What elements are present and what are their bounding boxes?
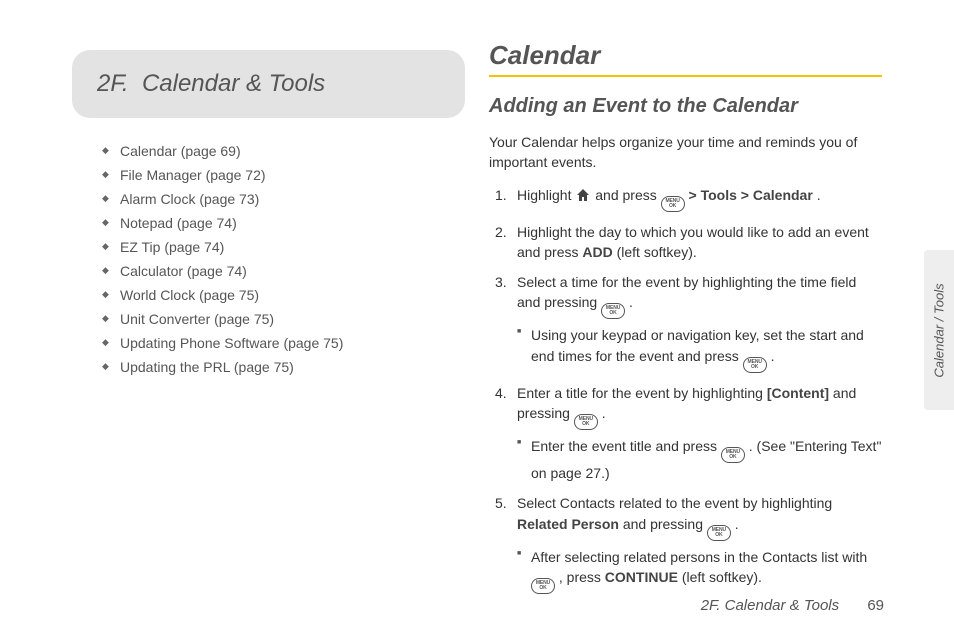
toc-item: Calendar (page 69)	[102, 143, 465, 159]
step-text: .	[629, 294, 633, 310]
step-text: Select a time for the event by highlight…	[517, 274, 856, 310]
step-text: and pressing	[623, 516, 707, 532]
section-header: 2F. Calendar & Tools	[72, 50, 465, 118]
page-number: 69	[867, 597, 884, 614]
step-text: >	[741, 187, 753, 203]
menu-ok-icon: MENUOK	[707, 525, 731, 541]
side-tab: Calendar / Tools	[924, 250, 954, 410]
toc-item: File Manager (page 72)	[102, 167, 465, 183]
toc-item: World Clock (page 75)	[102, 287, 465, 303]
sub-text: Enter the event title and press	[531, 438, 721, 454]
sub-text: Using your keypad or navigation key, set…	[531, 327, 864, 363]
main-title: Calendar	[489, 40, 882, 77]
section-number: 2F.	[97, 70, 129, 97]
sub-list: After selecting related persons in the C…	[517, 547, 882, 594]
footer-label: 2F. Calendar & Tools	[701, 597, 839, 614]
sub-item: Enter the event title and press MENUOK .…	[517, 436, 882, 483]
toc-item: Unit Converter (page 75)	[102, 311, 465, 327]
step-text: Select Contacts related to the event by …	[517, 495, 832, 511]
step-text: .	[735, 516, 739, 532]
continue-label: CONTINUE	[605, 569, 678, 585]
step-1: Highlight and press MENUOK > Tools > Cal…	[495, 185, 882, 212]
sub-text: , press	[559, 569, 605, 585]
menu-ok-icon: MENUOK	[601, 303, 625, 319]
step-text: .	[602, 405, 606, 421]
toc-list: Calendar (page 69) File Manager (page 72…	[72, 143, 465, 375]
step-5: Select Contacts related to the event by …	[495, 493, 882, 594]
intro-text: Your Calendar helps organize your time a…	[489, 132, 882, 173]
step-text: (left softkey).	[617, 244, 697, 260]
step-2: Highlight the day to which you would lik…	[495, 222, 882, 263]
toc-item: Updating Phone Software (page 75)	[102, 335, 465, 351]
side-tab-label: Calendar / Tools	[932, 283, 947, 377]
related-person-label: Related Person	[517, 516, 619, 532]
menu-ok-icon: MENUOK	[574, 414, 598, 430]
menu-ok-icon: MENUOK	[531, 578, 555, 594]
tools-label: Tools	[701, 187, 737, 203]
calendar-label: Calendar	[753, 187, 813, 203]
sub-list: Using your keypad or navigation key, set…	[517, 325, 882, 372]
home-icon	[575, 187, 591, 203]
sub-list: Enter the event title and press MENUOK .…	[517, 436, 882, 483]
step-text: >	[689, 187, 701, 203]
menu-ok-icon: MENUOK	[721, 447, 745, 463]
toc-item: Notepad (page 74)	[102, 215, 465, 231]
section-title-text: Calendar & Tools	[142, 70, 325, 97]
sub-text: .	[771, 348, 775, 364]
sub-text: (left softkey).	[682, 569, 762, 585]
main-subtitle: Adding an Event to the Calendar	[489, 95, 882, 118]
toc-item: EZ Tip (page 74)	[102, 239, 465, 255]
menu-ok-icon: MENUOK	[743, 357, 767, 373]
sub-text: After selecting related persons in the C…	[531, 549, 867, 565]
add-label: ADD	[582, 244, 612, 260]
page: 2F. Calendar & Tools Calendar (page 69) …	[0, 0, 954, 636]
toc-item: Alarm Clock (page 73)	[102, 191, 465, 207]
sub-item: Using your keypad or navigation key, set…	[517, 325, 882, 372]
toc-item: Updating the PRL (page 75)	[102, 359, 465, 375]
step-3: Select a time for the event by highlight…	[495, 272, 882, 373]
content-label: [Content]	[767, 385, 829, 401]
step-text: Enter a title for the event by highlight…	[517, 385, 767, 401]
left-column: 2F. Calendar & Tools Calendar (page 69) …	[60, 40, 477, 606]
toc-item: Calculator (page 74)	[102, 263, 465, 279]
step-text: Highlight	[517, 187, 575, 203]
step-text: .	[817, 187, 821, 203]
footer: 2F. Calendar & Tools 69	[701, 597, 884, 614]
right-column: Calendar Adding an Event to the Calendar…	[477, 40, 894, 606]
menu-ok-icon: MENUOK	[661, 196, 685, 212]
sub-item: After selecting related persons in the C…	[517, 547, 882, 594]
step-4: Enter a title for the event by highlight…	[495, 383, 882, 484]
steps-list: Highlight and press MENUOK > Tools > Cal…	[489, 185, 882, 594]
step-text: and press	[595, 187, 660, 203]
